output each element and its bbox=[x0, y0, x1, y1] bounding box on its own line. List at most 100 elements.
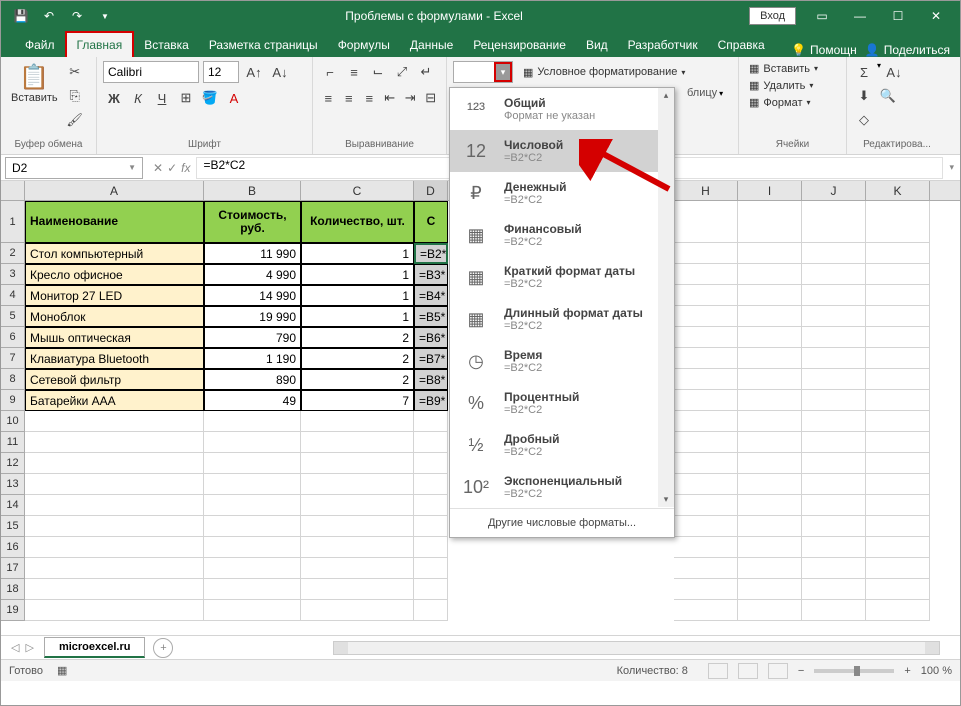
cell[interactable] bbox=[674, 558, 738, 579]
row-header[interactable]: 9 bbox=[1, 390, 25, 411]
zoom-out-icon[interactable]: − bbox=[798, 665, 804, 677]
find-icon[interactable]: 🔍 bbox=[877, 85, 899, 107]
cell[interactable] bbox=[414, 453, 448, 474]
cell[interactable] bbox=[301, 558, 414, 579]
row-header[interactable]: 11 bbox=[1, 432, 25, 453]
cell[interactable] bbox=[738, 495, 802, 516]
number-format-combo[interactable]: ▾ bbox=[453, 61, 513, 83]
cell[interactable]: 790 bbox=[204, 327, 301, 348]
shrink-font-icon[interactable]: A↓ bbox=[269, 61, 291, 83]
undo-icon[interactable]: ↶ bbox=[37, 4, 61, 28]
align-center-icon[interactable]: ≡ bbox=[340, 87, 359, 109]
enter-formula-icon[interactable]: ✓ bbox=[167, 161, 177, 175]
redo-icon[interactable]: ↷ bbox=[65, 4, 89, 28]
ribbon-display-icon[interactable]: ▭ bbox=[804, 2, 840, 30]
indent-inc-icon[interactable]: ⇥ bbox=[401, 87, 420, 109]
cell[interactable] bbox=[738, 243, 802, 264]
cell[interactable]: Кресло офисное bbox=[25, 264, 204, 285]
font-name-combo[interactable]: Calibri bbox=[103, 61, 199, 83]
format-option[interactable]: ▦ Краткий формат даты=B2*C2 bbox=[450, 256, 674, 298]
tab-data[interactable]: Данные bbox=[400, 33, 463, 57]
tab-layout[interactable]: Разметка страницы bbox=[199, 33, 328, 57]
cell[interactable] bbox=[866, 558, 930, 579]
fx-icon[interactable]: fx bbox=[181, 161, 190, 175]
paste-button[interactable]: 📋 Вставить bbox=[7, 61, 62, 137]
format-option[interactable]: ▦ Длинный формат даты=B2*C2 bbox=[450, 298, 674, 340]
col-header[interactable]: B bbox=[204, 181, 301, 200]
cell[interactable] bbox=[204, 558, 301, 579]
cell[interactable] bbox=[674, 537, 738, 558]
formula-expand-icon[interactable]: ▾ bbox=[943, 162, 960, 173]
cell[interactable] bbox=[738, 369, 802, 390]
cell[interactable] bbox=[738, 348, 802, 369]
copy-icon[interactable]: ⎘ bbox=[64, 85, 86, 107]
col-header[interactable]: I bbox=[738, 181, 802, 200]
sort-filter-icon[interactable]: A↓ bbox=[883, 61, 905, 83]
tab-formulas[interactable]: Формулы bbox=[328, 33, 400, 57]
row-header[interactable]: 2 bbox=[1, 243, 25, 264]
cell[interactable] bbox=[301, 516, 414, 537]
more-formats-button[interactable]: Другие числовые форматы... bbox=[450, 508, 674, 537]
cell[interactable] bbox=[866, 348, 930, 369]
cell[interactable]: 1 bbox=[301, 264, 414, 285]
align-left-icon[interactable]: ≡ bbox=[319, 87, 338, 109]
cell[interactable]: 14 990 bbox=[204, 285, 301, 306]
row-header[interactable]: 8 bbox=[1, 369, 25, 390]
cell[interactable] bbox=[866, 579, 930, 600]
font-size-combo[interactable]: 12 bbox=[203, 61, 239, 83]
row-header[interactable]: 4 bbox=[1, 285, 25, 306]
cell[interactable] bbox=[674, 516, 738, 537]
cell[interactable] bbox=[866, 432, 930, 453]
border-icon[interactable]: ⊞ bbox=[175, 87, 197, 109]
cell[interactable]: Сетевой фильтр bbox=[25, 369, 204, 390]
align-right-icon[interactable]: ≡ bbox=[360, 87, 379, 109]
cell[interactable]: Наименование bbox=[25, 201, 204, 243]
qat-dropdown-icon[interactable]: ▼ bbox=[93, 4, 117, 28]
sheet-tab[interactable]: microexcel.ru bbox=[44, 637, 146, 658]
cell[interactable] bbox=[414, 411, 448, 432]
align-bottom-icon[interactable]: ⌙ bbox=[367, 61, 389, 83]
cell[interactable] bbox=[738, 201, 802, 243]
cell[interactable] bbox=[802, 537, 866, 558]
cell[interactable] bbox=[204, 411, 301, 432]
cell[interactable]: 1 bbox=[301, 306, 414, 327]
cell[interactable] bbox=[414, 516, 448, 537]
format-option[interactable]: ▦ Финансовый=B2*C2 bbox=[450, 214, 674, 256]
cell[interactable]: 1 bbox=[301, 243, 414, 264]
cell[interactable] bbox=[738, 411, 802, 432]
format-option[interactable]: ◷ Время=B2*C2 bbox=[450, 340, 674, 382]
cell[interactable]: 1 190 bbox=[204, 348, 301, 369]
row-header[interactable]: 17 bbox=[1, 558, 25, 579]
zoom-slider[interactable] bbox=[814, 669, 894, 673]
italic-icon[interactable]: К bbox=[127, 87, 149, 109]
select-all-corner[interactable] bbox=[1, 181, 25, 200]
cell[interactable]: С bbox=[414, 201, 448, 243]
cell[interactable] bbox=[414, 495, 448, 516]
cell[interactable] bbox=[802, 579, 866, 600]
format-option[interactable]: 10² Экспоненциальный=B2*C2 bbox=[450, 466, 674, 508]
cell[interactable]: =B5* bbox=[414, 306, 448, 327]
cell[interactable] bbox=[738, 285, 802, 306]
cell[interactable] bbox=[802, 201, 866, 243]
cell[interactable] bbox=[802, 453, 866, 474]
cell[interactable] bbox=[674, 306, 738, 327]
format-option[interactable]: % Процентный=B2*C2 bbox=[450, 382, 674, 424]
row-header[interactable]: 15 bbox=[1, 516, 25, 537]
cell[interactable] bbox=[204, 432, 301, 453]
cell[interactable] bbox=[674, 285, 738, 306]
cell[interactable] bbox=[802, 264, 866, 285]
maximize-icon[interactable]: ☐ bbox=[880, 2, 916, 30]
clear-icon[interactable]: ◇ bbox=[853, 109, 875, 131]
cell[interactable] bbox=[414, 600, 448, 621]
save-icon[interactable]: 💾 bbox=[9, 4, 33, 28]
cell[interactable] bbox=[25, 558, 204, 579]
cell[interactable] bbox=[866, 537, 930, 558]
cell[interactable]: Стоимость, руб. bbox=[204, 201, 301, 243]
tab-view[interactable]: Вид bbox=[576, 33, 618, 57]
cell[interactable] bbox=[25, 516, 204, 537]
cell[interactable] bbox=[738, 306, 802, 327]
delete-cells-button[interactable]: ▦Удалить▾ bbox=[745, 78, 840, 93]
cell[interactable] bbox=[414, 432, 448, 453]
cell[interactable] bbox=[674, 432, 738, 453]
cell[interactable]: 4 990 bbox=[204, 264, 301, 285]
